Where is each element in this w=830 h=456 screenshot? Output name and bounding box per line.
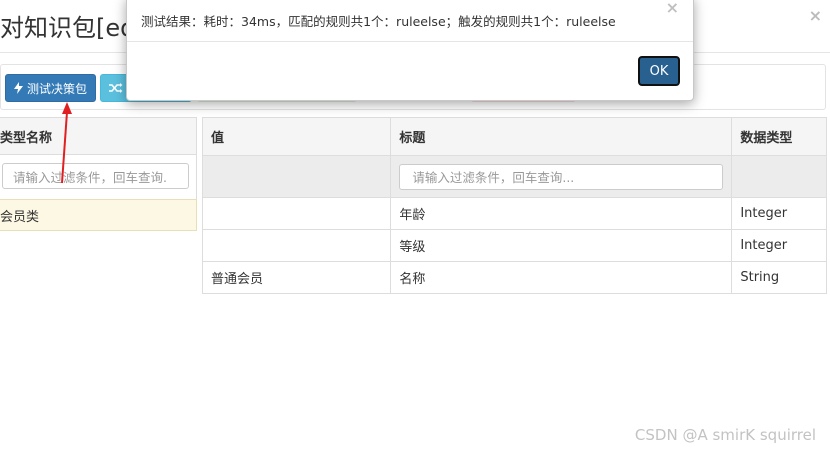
cell-datatype: Integer [731, 197, 827, 230]
test-package-label: 测试决策包 [27, 81, 88, 96]
watermark: CSDN @A smirK squirrel [634, 426, 816, 444]
close-icon[interactable]: × [809, 6, 822, 25]
list-item[interactable]: 会员类 [0, 199, 197, 231]
left-filter-row: 请输入过滤条件，回车查询. [0, 155, 197, 199]
column-header-title[interactable]: 标题 [390, 117, 733, 156]
left-panel: 类型名称 请输入过滤条件，回车查询. 会员类 [0, 117, 197, 231]
cell-datatype: Integer [731, 229, 827, 262]
filter-cell: 请输入过滤条件，回车查询... [390, 155, 733, 198]
variables-table: 值 标题 数据类型 请输入过滤条件，回车查询... 年龄 Integer 等级 … [201, 117, 827, 294]
cell-title: 等级 [390, 229, 733, 262]
result-dialog: 测试结果：耗时：34ms，匹配的规则共1个：ruleelse；触发的规则共1个：… [126, 0, 694, 101]
column-header-value[interactable]: 值 [201, 117, 392, 156]
close-icon[interactable]: × [666, 0, 679, 17]
cell-datatype: String [731, 261, 827, 294]
lightning-icon [14, 82, 23, 94]
result-message: 测试结果：耗时：34ms，匹配的规则共1个：ruleelse；触发的规则共1个：… [141, 14, 616, 29]
column-header-datatype[interactable]: 数据类型 [731, 117, 827, 156]
dialog-divider [127, 41, 693, 42]
filter-cell [731, 155, 827, 198]
test-package-button[interactable]: 测试决策包 [5, 74, 97, 102]
cell-title: 年龄 [390, 197, 733, 230]
shuffle-icon [109, 83, 123, 93]
type-name-header: 类型名称 [0, 117, 197, 155]
table-row[interactable]: 普通会员 名称 String [201, 261, 827, 294]
ok-button[interactable]: OK [638, 56, 680, 86]
cell-title: 名称 [390, 261, 733, 294]
filter-row: 请输入过滤条件，回车查询... [201, 155, 827, 198]
filter-cell [201, 155, 392, 198]
type-filter-input[interactable]: 请输入过滤条件，回车查询. [2, 163, 189, 189]
table-row[interactable]: 年龄 Integer [201, 197, 827, 230]
cell-value [201, 197, 392, 230]
cell-value: 普通会员 [201, 261, 392, 294]
title-filter-input[interactable]: 请输入过滤条件，回车查询... [399, 163, 724, 190]
table-row[interactable]: 等级 Integer [201, 229, 827, 262]
cell-value [201, 229, 392, 262]
